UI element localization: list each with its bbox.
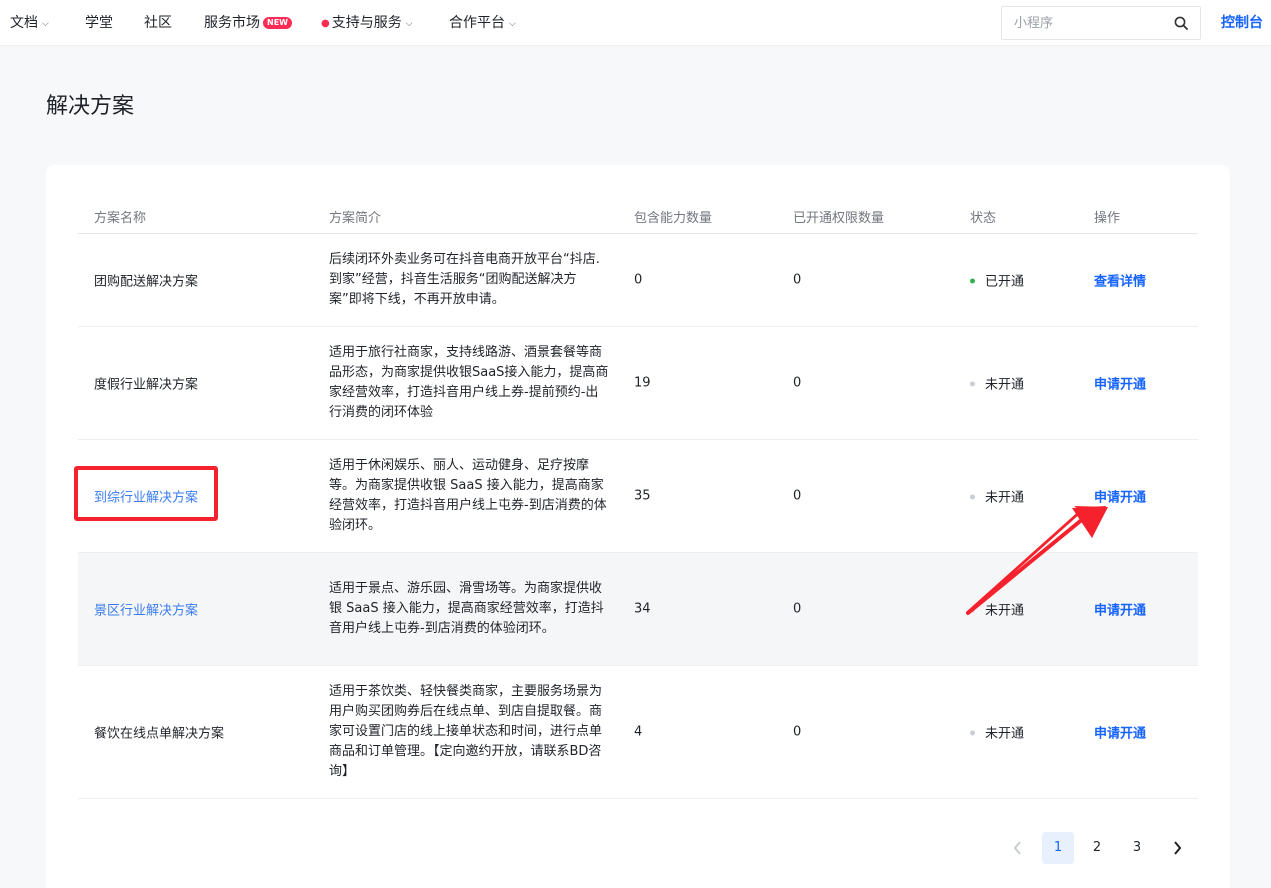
solution-name: 度假行业解决方案 bbox=[94, 377, 199, 393]
solution-desc: 适用于茶饮类、轻快餐类商家，主要服务场景为用户购买团购券后在线点单、到店自提取餐… bbox=[329, 684, 603, 779]
nav-docs[interactable]: 文档 ⌵ bbox=[10, 0, 49, 46]
search-input[interactable] bbox=[1002, 7, 1167, 39]
status-dot-icon bbox=[970, 730, 975, 736]
header-name: 方案名称 bbox=[94, 211, 147, 226]
header-action: 操作 bbox=[1094, 211, 1121, 226]
solutions-card: 方案名称 方案简介 包含能力数量 已开通权限数量 状态 操作 团购配送解决方案 … bbox=[46, 165, 1230, 888]
nav-docs-label: 文档 bbox=[10, 15, 38, 31]
ability-count: 34 bbox=[634, 601, 651, 617]
status-badge: 未开通 bbox=[970, 723, 1024, 742]
solutions-table: 方案名称 方案简介 包含能力数量 已开通权限数量 状态 操作 团购配送解决方案 … bbox=[78, 201, 1198, 799]
apply-button[interactable]: 申请开通 bbox=[1094, 487, 1146, 506]
granted-count: 0 bbox=[793, 375, 802, 391]
pagination-page-2[interactable]: 2 bbox=[1081, 832, 1113, 864]
nav-partner[interactable]: 合作平台 ⌵ bbox=[449, 0, 516, 46]
status-badge: 已开通 bbox=[970, 271, 1024, 290]
pagination-next[interactable] bbox=[1161, 832, 1193, 864]
granted-count: 0 bbox=[793, 272, 802, 288]
chevron-down-icon: ⌵ bbox=[42, 19, 49, 29]
solution-desc: 适用于景点、游乐园、滑雪场等。为商家提供收银 SaaS 接入能力，提高商家经营效… bbox=[329, 581, 604, 636]
solution-name-link[interactable]: 景区行业解决方案 bbox=[94, 600, 198, 619]
apply-button[interactable]: 申请开通 bbox=[1094, 600, 1146, 619]
table-header: 方案名称 方案简介 包含能力数量 已开通权限数量 状态 操作 bbox=[78, 201, 1198, 234]
pagination-prev[interactable] bbox=[1002, 832, 1034, 864]
flame-icon: ● bbox=[321, 18, 330, 29]
status-label: 未开通 bbox=[985, 726, 1025, 742]
status-dot-icon bbox=[970, 607, 975, 613]
status-dot-icon bbox=[970, 494, 975, 500]
chevron-down-icon: ⌵ bbox=[509, 19, 516, 29]
pagination-page-1[interactable]: 1 bbox=[1042, 832, 1074, 864]
page-title: 解决方案 bbox=[46, 94, 135, 119]
search-icon[interactable] bbox=[1174, 16, 1188, 30]
ability-count: 19 bbox=[634, 375, 651, 391]
solution-desc: 适用于旅行社商家，支持线路游、酒景套餐等商品形态，为商家提供收银SaaS接入能力… bbox=[329, 345, 609, 420]
status-badge: 未开通 bbox=[970, 374, 1024, 393]
solution-desc: 适用于休闲娱乐、丽人、运动健身、足疗按摩等。为商家提供收银 SaaS 接入能力，… bbox=[329, 458, 607, 533]
apply-button[interactable]: 申请开通 bbox=[1094, 374, 1146, 393]
nav-support-label: 支持与服务 bbox=[331, 15, 402, 31]
granted-count: 0 bbox=[793, 601, 802, 617]
nav-support[interactable]: ● 支持与服务 ⌵ bbox=[321, 0, 413, 46]
status-label: 未开通 bbox=[985, 377, 1025, 393]
view-details-button[interactable]: 查看详情 bbox=[1094, 271, 1146, 290]
chevron-right-icon bbox=[1174, 841, 1182, 855]
search-box bbox=[1001, 6, 1201, 40]
nav-community-label: 社区 bbox=[144, 15, 172, 31]
ability-count: 0 bbox=[634, 272, 643, 288]
solution-name: 餐饮在线点单解决方案 bbox=[94, 726, 225, 742]
status-dot-icon bbox=[970, 278, 975, 284]
ability-count: 4 bbox=[634, 724, 643, 740]
status-badge: 未开通 bbox=[970, 487, 1024, 506]
console-link[interactable]: 控制台 bbox=[1221, 0, 1263, 46]
apply-button[interactable]: 申请开通 bbox=[1094, 723, 1146, 742]
header-granted: 已开通权限数量 bbox=[793, 211, 885, 226]
new-badge: NEW bbox=[263, 17, 292, 29]
header-desc: 方案简介 bbox=[329, 211, 382, 226]
top-nav: 文档⌵ 学堂 社区 服务市场NEW ●支持与服务⌵ 合作平台⌵ 控制台 bbox=[0, 0, 1271, 46]
nav-market[interactable]: 服务市场 NEW bbox=[204, 0, 292, 46]
ability-count: 35 bbox=[634, 488, 651, 504]
chevron-left-icon bbox=[1013, 841, 1021, 855]
nav-market-label: 服务市场 bbox=[204, 15, 260, 31]
nav-partner-label: 合作平台 bbox=[449, 15, 505, 31]
table-row: 餐饮在线点单解决方案 适用于茶饮类、轻快餐类商家，主要服务场景为用户购买团购券后… bbox=[78, 666, 1198, 799]
granted-count: 0 bbox=[793, 724, 802, 740]
status-badge: 未开通 bbox=[970, 600, 1024, 619]
solution-name: 团购配送解决方案 bbox=[94, 274, 199, 290]
nav-academy[interactable]: 学堂 bbox=[85, 0, 113, 46]
status-label: 未开通 bbox=[985, 490, 1025, 506]
solution-name-link[interactable]: 到综行业解决方案 bbox=[94, 487, 198, 506]
table-row: 景区行业解决方案 适用于景点、游乐园、滑雪场等。为商家提供收银 SaaS 接入能… bbox=[78, 553, 1198, 666]
solution-desc: 后续闭环外卖业务可在抖音电商开放平台“抖店.到家”经营，抖音生活服务“团购配送解… bbox=[329, 252, 600, 307]
nav-community[interactable]: 社区 bbox=[144, 0, 172, 46]
table-row: 团购配送解决方案 后续闭环外卖业务可在抖音电商开放平台“抖店.到家”经营，抖音生… bbox=[78, 234, 1198, 327]
table-row: 到综行业解决方案 适用于休闲娱乐、丽人、运动健身、足疗按摩等。为商家提供收银 S… bbox=[78, 440, 1198, 553]
header-status: 状态 bbox=[970, 211, 997, 226]
header-abilities: 包含能力数量 bbox=[634, 211, 713, 226]
nav-academy-label: 学堂 bbox=[85, 15, 113, 31]
granted-count: 0 bbox=[793, 488, 802, 504]
table-row: 度假行业解决方案 适用于旅行社商家，支持线路游、酒景套餐等商品形态，为商家提供收… bbox=[78, 327, 1198, 440]
status-dot-icon bbox=[970, 381, 975, 387]
pagination-page-3[interactable]: 3 bbox=[1121, 832, 1153, 864]
chevron-down-icon: ⌵ bbox=[405, 19, 413, 29]
status-label: 已开通 bbox=[985, 274, 1025, 290]
status-label: 未开通 bbox=[985, 603, 1025, 619]
